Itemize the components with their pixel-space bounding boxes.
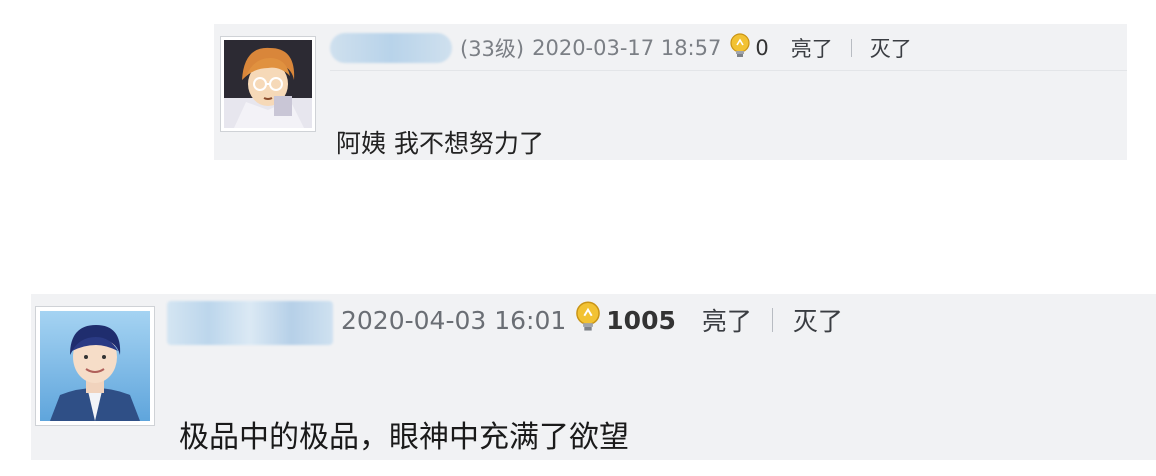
username-blurred[interactable]: [167, 301, 333, 345]
avatar[interactable]: [35, 306, 155, 426]
comment-thread: (33级) 2020-03-17 18:57 0 亮了 灭了 阿姨 我不想努力了: [0, 0, 1156, 476]
lightbulb-icon: [729, 32, 751, 64]
like-button[interactable]: 亮了: [702, 302, 752, 338]
lightbulb-icon: [574, 301, 602, 339]
comment-item: (33级) 2020-03-17 18:57 0 亮了 灭了 阿姨 我不想努力了: [214, 24, 1127, 160]
dislike-button[interactable]: 灭了: [870, 33, 912, 63]
dislike-button[interactable]: 灭了: [793, 302, 843, 338]
divider: [850, 39, 852, 57]
comment-content: 阿姨 我不想努力了: [336, 129, 544, 158]
divider: [771, 308, 773, 332]
like-button[interactable]: 亮了: [791, 33, 833, 63]
avatar-image: [224, 40, 312, 128]
comment-meta: (33级) 2020-03-17 18:57 0 亮了 灭了: [330, 32, 912, 64]
meta-divider: [330, 70, 1127, 71]
like-count: 0: [755, 36, 769, 60]
like-count: 1005: [606, 305, 676, 335]
user-level: (33级): [460, 37, 525, 61]
timestamp: 2020-03-17 18:57: [532, 36, 722, 60]
timestamp: 2020-04-03 16:01: [341, 305, 567, 335]
username-blurred[interactable]: [330, 33, 452, 63]
avatar-image: [40, 311, 150, 421]
comment-item: 2020-04-03 16:01 1005 亮了 灭了 极品中的极品，眼神中充满…: [31, 294, 1156, 460]
comment-meta: 2020-04-03 16:01 1005 亮了 灭了: [167, 300, 843, 345]
avatar[interactable]: [220, 36, 316, 132]
comment-content: 极品中的极品，眼神中充满了欲望: [179, 420, 629, 455]
